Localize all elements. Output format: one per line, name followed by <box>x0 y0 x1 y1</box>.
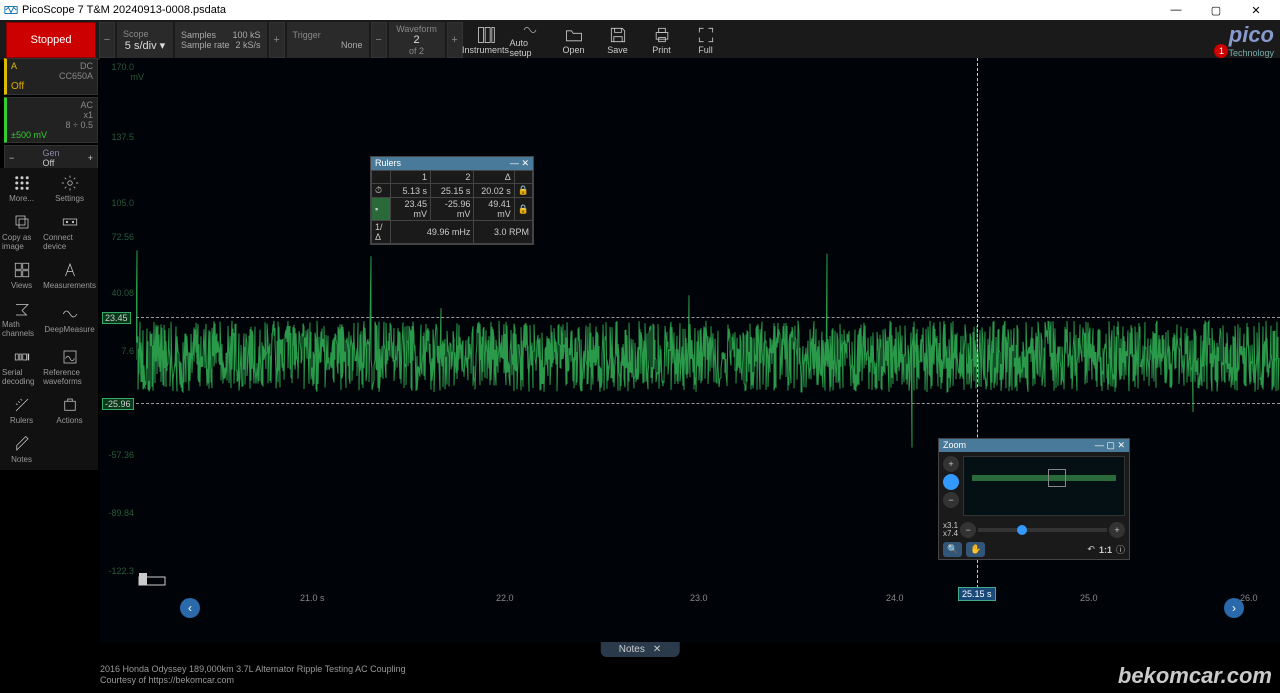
scope-timebase[interactable]: Scope 5 s/div ▾ <box>117 22 173 58</box>
waveform-prev-button[interactable]: − <box>371 22 387 58</box>
notes-content: 2016 Honda Odyssey 189,000km 3.7L Altern… <box>100 664 406 687</box>
zoom-y-out-button[interactable]: − <box>943 492 959 508</box>
channel-b-control[interactable]: AC x1 8 ÷ 0.5 ±500 mV <box>4 97 98 143</box>
zoom-x-out-button[interactable]: − <box>960 522 976 538</box>
save-button[interactable]: Save <box>598 22 638 58</box>
gen-plus-button[interactable]: + <box>88 153 93 163</box>
math-channels-button[interactable]: Math channels <box>2 296 41 342</box>
channel-panel: ADC CC650A Off AC x1 8 ÷ 0.5 ±500 mV − G… <box>4 58 98 173</box>
zoom-minimize-icon[interactable]: — <box>1095 440 1104 451</box>
maximize-button[interactable]: ▢ <box>1196 0 1236 20</box>
connect-device-button[interactable]: Connect device <box>43 209 96 255</box>
reference-waveforms-button[interactable]: Reference waveforms <box>43 344 96 390</box>
zoom-panel[interactable]: Zoom— ▢ ✕ + − x3.1x7.4 − + 🔍 ✋ ↶ 1:1 ⓘ <box>938 438 1130 560</box>
zoom-x-in-button[interactable]: + <box>1109 522 1125 538</box>
watermark: bekomcar.com <box>1118 663 1272 689</box>
scroll-left-button[interactable]: ‹ <box>180 598 200 618</box>
deep-measure-button[interactable]: DeepMeasure <box>43 296 96 342</box>
gen-minus-button[interactable]: − <box>9 153 14 163</box>
brand-logo: pico Technology 1 <box>1228 22 1274 58</box>
zoom-y-in-button[interactable]: + <box>943 456 959 472</box>
waveform-next-button[interactable]: + <box>447 22 463 58</box>
lock-icon[interactable]: 🔒 <box>514 198 532 221</box>
zoom-overview[interactable] <box>963 456 1125 516</box>
notes-close-icon[interactable]: ✕ <box>653 644 661 655</box>
run-stop-button[interactable]: Stopped <box>6 22 96 58</box>
horizontal-ruler-2[interactable]: -25.96 <box>136 403 1280 404</box>
rulers-button[interactable]: Rulers <box>2 392 41 429</box>
zoom-close-icon[interactable]: ✕ <box>1117 440 1125 451</box>
zoom-tool-button[interactable]: 🔍 <box>943 542 962 557</box>
undo-zoom-button[interactable]: ↶ <box>1087 544 1095 555</box>
open-button[interactable]: Open <box>554 22 594 58</box>
rulers-panel[interactable]: Rulers— ✕ 12Δ ⏱5.13 s25.15 s20.02 s🔒 ▪23… <box>370 156 534 245</box>
print-button[interactable]: Print <box>642 22 682 58</box>
rulers-close-icon[interactable]: ✕ <box>521 158 529 169</box>
zoom-reset-button[interactable]: 1:1 <box>1099 545 1112 555</box>
close-button[interactable]: ✕ <box>1236 0 1276 20</box>
channel-a-control[interactable]: ADC CC650A Off <box>4 58 98 95</box>
horizontal-ruler-1[interactable]: 23.45 <box>136 317 1280 318</box>
more-button[interactable]: More... <box>2 170 41 207</box>
rulers-minimize-icon[interactable]: — <box>510 158 519 169</box>
zoom-x-slider[interactable] <box>978 528 1107 532</box>
zoom-maximize-icon[interactable]: ▢ <box>1106 440 1115 451</box>
settings-button[interactable]: Settings <box>43 170 96 207</box>
trigger-control[interactable]: Trigger None <box>287 22 369 58</box>
app-icon <box>4 3 18 17</box>
vertical-ruler-tag: 25.15 s <box>958 587 996 601</box>
window-title: PicoScope 7 T&M 20240913-0008.psdata <box>22 4 226 16</box>
serial-decoding-button[interactable]: Serial decoding <box>2 344 41 390</box>
instruments-button[interactable]: Instruments <box>466 22 506 58</box>
copy-image-button[interactable]: Copy as image <box>2 209 41 255</box>
samples-info[interactable]: Samples100 kS Sample rate2 kS/s <box>175 22 267 58</box>
pan-tool-button[interactable]: ✋ <box>966 542 985 557</box>
views-button[interactable]: Views <box>2 257 41 294</box>
sidebar: More... Settings Copy as image Connect d… <box>0 168 98 470</box>
titlebar: PicoScope 7 T&M 20240913-0008.psdata — ▢… <box>0 0 1280 20</box>
zoom-info-icon[interactable]: ⓘ <box>1116 543 1125 556</box>
toolbar: Stopped − Scope 5 s/div ▾ Samples100 kS … <box>0 20 1280 60</box>
measurements-button[interactable]: Measurements <box>43 257 96 294</box>
scope-minus-button[interactable]: − <box>99 22 115 58</box>
notes-button[interactable]: Notes <box>2 431 41 468</box>
scope-plus-button[interactable]: + <box>269 22 285 58</box>
overview-marker-icon[interactable] <box>138 572 166 591</box>
lock-icon[interactable]: 🔒 <box>514 184 532 198</box>
minimize-button[interactable]: — <box>1156 0 1196 20</box>
auto-setup-button[interactable]: Auto setup <box>510 22 550 58</box>
waveform-selector[interactable]: Waveform 2 of 2 <box>389 22 445 58</box>
zoom-y-handle[interactable] <box>943 474 959 490</box>
fullscreen-button[interactable]: Full <box>686 22 726 58</box>
actions-button[interactable]: Actions <box>43 392 96 429</box>
notes-tab[interactable]: Notes✕ <box>601 642 680 657</box>
